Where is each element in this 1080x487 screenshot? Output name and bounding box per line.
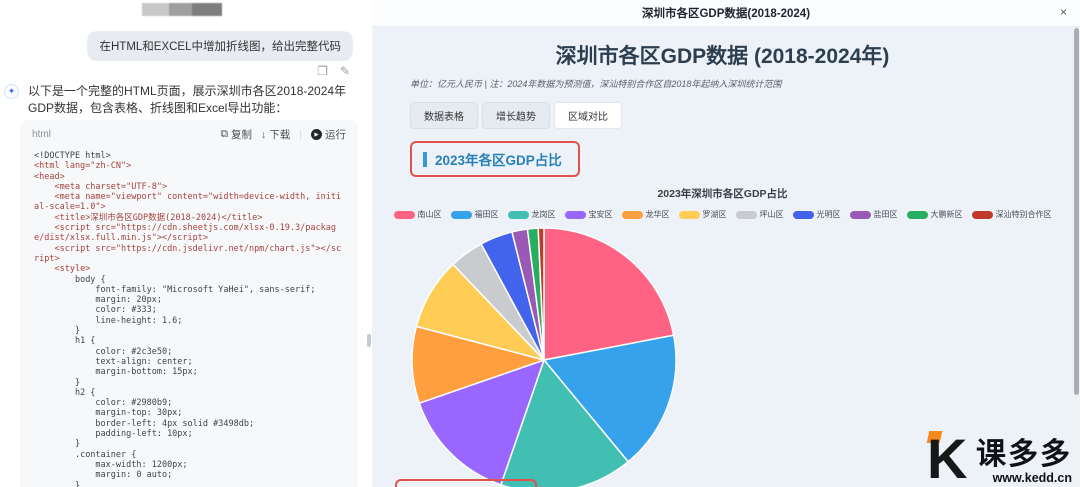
legend-label: 宝安区 [588,210,613,219]
watermark-brand: 课多多 [976,437,1072,471]
legend-item[interactable]: 大鹏新区 [906,209,963,220]
legend-item[interactable]: 罗湖区 [678,209,727,220]
preview-titlebar: 深圳市各区GDP数据(2018-2024) × [372,0,1080,27]
legend-item[interactable]: 福田区 [450,209,499,220]
legend-label: 龙岗区 [531,210,556,219]
watermark: K 课多多 www.kedd.cn [926,427,1072,487]
code-content: <!DOCTYPE html> <html lang="zh-CN"> <hea… [34,151,342,487]
page-subtitle: 单位：亿元人民币 | 注：2024年数据为预测值，深汕特别合作区自2018年起纳… [410,79,782,89]
legend-label: 南山区 [417,210,442,219]
section-title: 2023年各区GDP占比 [435,153,562,168]
message-actions: ❐ ✎ [317,64,350,78]
legend-swatch [906,210,928,219]
preview-tab[interactable]: 区域对比 [554,102,622,129]
code-language-label: html [32,129,51,140]
legend-item[interactable]: 龙华区 [621,209,670,220]
download-icon: ↓ [261,128,267,141]
chart-legend: 南山区 福田区 龙岗区 宝安区 龙华区 罗湖区 坪山区 光明区 盐田区 大鹏新区 深汕特别合作区 [393,209,1052,220]
preview-tab[interactable]: 增长趋势 [482,102,550,129]
redaction-block [191,3,222,16]
assistant-message: 以下是一个完整的HTML页面，展示深圳市各区2018-2024年GDP数据，包含… [28,84,347,116]
divider: | [299,128,302,141]
legend-item[interactable]: 盐田区 [849,209,898,220]
legend-label: 福田区 [474,210,499,219]
preview-window-title: 深圳市各区GDP数据(2018-2024) [641,8,811,20]
legend-swatch [792,210,814,219]
page-title: 深圳市各区GDP数据 (2018-2024年) [555,45,890,68]
legend-swatch [849,210,871,219]
copy-message-icon[interactable]: ❐ [317,64,328,78]
copy-code-label: 复制 [231,129,253,141]
preview-tabs: 数据表格 增长趋势 区域对比 [410,102,1035,129]
chat-panel: 在HTML和EXCEL中增加折线图，给出完整代码 ❐ ✎ ✦ 以下是一个完整的H… [0,0,372,487]
edit-message-icon[interactable]: ✎ [340,64,350,78]
section-accent-bar [423,151,427,167]
preview-scrollbar-thumb[interactable] [1074,28,1079,395]
preview-tab[interactable]: 数据表格 [410,102,478,129]
preview-panel: 深圳市各区GDP数据(2018-2024) × 深圳市各区GDP数据 (2018… [372,0,1080,487]
redacted-title [142,3,222,16]
legend-swatch [507,210,529,219]
legend-label: 大鹏新区 [930,210,963,219]
download-code-label: 下载 [269,129,291,141]
close-icon[interactable]: × [1060,5,1067,19]
preview-content: 深圳市各区GDP数据 (2018-2024年) 单位：亿元人民币 | 注：202… [372,27,1073,487]
logo-letter: K [927,427,968,487]
user-message-bubble: 在HTML和EXCEL中增加折线图，给出完整代码 [87,31,353,61]
app-window: 在HTML和EXCEL中增加折线图，给出完整代码 ❐ ✎ ✦ 以下是一个完整的H… [0,0,1080,487]
download-code-button[interactable]: ↓ 下载 [261,127,290,142]
legend-item[interactable]: 光明区 [792,209,841,220]
legend-item[interactable]: 深汕特别合作区 [971,209,1052,220]
copy-icon: ⧉ [220,128,229,140]
legend-swatch [735,210,757,219]
legend-label: 光明区 [816,210,841,219]
watermark-logo: K [926,427,973,487]
legend-label: 盐田区 [873,210,898,219]
code-block-header: html ⧉ 复制 ↓ 下载 | ▶ 运行 [20,120,358,146]
legend-swatch [678,210,700,219]
preview-scrollbar[interactable] [1073,27,1080,487]
legend-swatch [971,210,993,219]
code-block: html ⧉ 复制 ↓ 下载 | ▶ 运行 <!DOCTYPE html> <h… [20,120,358,487]
run-code-button[interactable]: ▶ 运行 [311,127,346,142]
legend-label: 坪山区 [759,210,784,219]
legend-item[interactable]: 坪山区 [735,209,784,220]
legend-item[interactable]: 宝安区 [564,209,613,220]
legend-swatch [621,210,643,219]
legend-swatch [564,210,586,219]
copy-code-button[interactable]: ⧉ 复制 [221,127,253,142]
chart-title: 2023年深圳市各区GDP占比 [657,188,788,200]
run-icon: ▶ [311,129,322,140]
legend-label: 罗湖区 [702,210,727,219]
bottom-highlight-box [395,479,537,487]
legend-swatch [393,210,415,219]
legend-item[interactable]: 龙岗区 [507,209,556,220]
chat-scrollbar-thumb[interactable] [367,334,371,347]
pie-chart[interactable] [410,226,678,487]
assistant-avatar: ✦ [4,84,19,99]
section-highlight-box: 2023年各区GDP占比 [410,141,580,177]
run-code-label: 运行 [325,129,346,141]
legend-item[interactable]: 南山区 [393,209,442,220]
redaction-block [142,3,170,16]
watermark-url: www.kedd.cn [992,471,1072,485]
legend-label: 龙华区 [645,210,670,219]
redaction-block [169,3,192,16]
legend-swatch [450,210,472,219]
legend-label: 深汕特别合作区 [995,210,1052,219]
